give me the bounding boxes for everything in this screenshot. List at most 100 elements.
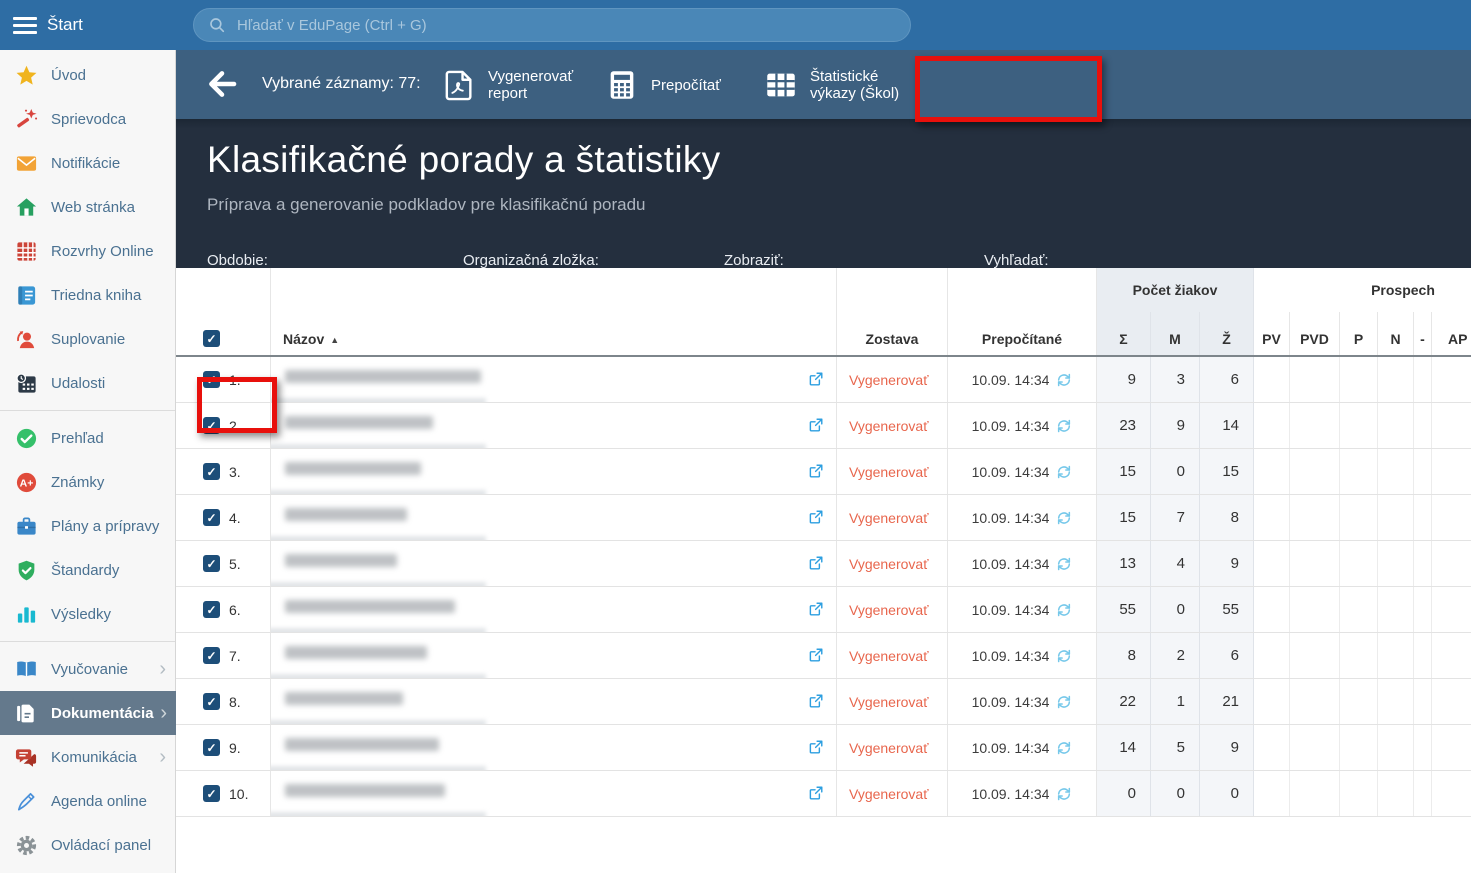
sidebar-item-web-stranka[interactable]: Web stránka ›: [0, 185, 175, 229]
cell-sum: 15: [1097, 495, 1151, 540]
sidebar-item-vyucovanie[interactable]: Vyučovanie ›: [0, 647, 175, 691]
sidebar-item-udalosti[interactable]: Udalosti ›: [0, 361, 175, 405]
generate-link[interactable]: Vygenerovať: [849, 510, 928, 526]
table-row: ✓ 2. Vygenerovať 10.09. 14:34: [176, 403, 1471, 449]
sidebar-item-agenda-online[interactable]: Agenda online ›: [0, 779, 175, 823]
column-header-n[interactable]: N: [1378, 312, 1414, 355]
sidebar-item-dokumentacia[interactable]: Dokumentácia ›: [0, 691, 176, 735]
generate-link[interactable]: Vygenerovať: [849, 740, 928, 756]
column-header-zostava[interactable]: Zostava: [837, 312, 948, 355]
refresh-icon[interactable]: [1056, 556, 1072, 572]
cell-n: [1378, 679, 1414, 724]
generate-link[interactable]: Vygenerovať: [849, 602, 928, 618]
external-link-icon[interactable]: [807, 692, 825, 710]
generate-link[interactable]: Vygenerovať: [849, 418, 928, 434]
search-input[interactable]: [235, 16, 896, 35]
row-checkbox[interactable]: ✓: [203, 371, 220, 388]
cell-n: [1378, 449, 1414, 494]
edupage-window: Štart Úvod › Sprievodca › Notifikácie: [0, 0, 1471, 873]
global-search[interactable]: [193, 8, 911, 42]
cell-z: 21: [1200, 679, 1254, 724]
refresh-icon[interactable]: [1056, 694, 1072, 710]
sidebar-item-ovladaci-panel[interactable]: Ovládací panel ›: [0, 823, 175, 867]
column-header-p[interactable]: P: [1340, 312, 1378, 355]
generate-link[interactable]: Vygenerovať: [849, 648, 928, 664]
recalculated-timestamp: 10.09. 14:34: [972, 786, 1050, 802]
sidebar-item-vysledky[interactable]: Výsledky ›: [0, 592, 175, 636]
table-icon: [764, 68, 798, 102]
cell-p: [1340, 541, 1378, 586]
sidebar-item-znamky[interactable]: Známky ›: [0, 460, 175, 504]
cell-n: [1378, 633, 1414, 678]
cell-p: [1340, 357, 1378, 402]
cell-p: [1340, 403, 1378, 448]
row-checkbox[interactable]: ✓: [203, 463, 220, 480]
statistical-reports-button[interactable]: Štatistické výkazy (Škol): [764, 61, 912, 109]
sidebar-item-standardy[interactable]: Štandardy ›: [0, 548, 175, 592]
cell-p: [1340, 771, 1378, 816]
generate-link[interactable]: Vygenerovať: [849, 464, 928, 480]
refresh-icon[interactable]: [1056, 418, 1072, 434]
recalculate-button[interactable]: Prepočítať: [605, 61, 721, 109]
sidebar-item-komunikacia[interactable]: Komunikácia ›: [0, 735, 175, 779]
refresh-icon[interactable]: [1056, 372, 1072, 388]
row-checkbox[interactable]: ✓: [203, 785, 220, 802]
column-header-ap[interactable]: AP: [1432, 312, 1471, 355]
row-checkbox[interactable]: ✓: [203, 555, 220, 572]
hamburger-menu-icon[interactable]: [13, 17, 37, 34]
refresh-icon[interactable]: [1056, 602, 1072, 618]
column-header-m[interactable]: M: [1151, 312, 1200, 355]
refresh-icon[interactable]: [1056, 464, 1072, 480]
row-checkbox[interactable]: ✓: [203, 647, 220, 664]
sidebar-item-plany-a-pripravy[interactable]: Plány a prípravy ›: [0, 504, 175, 548]
external-link-icon[interactable]: [807, 554, 825, 572]
refresh-icon[interactable]: [1056, 648, 1072, 664]
cell-sum: 22: [1097, 679, 1151, 724]
column-header-z[interactable]: Ž: [1200, 312, 1254, 355]
external-link-icon[interactable]: [807, 646, 825, 664]
row-checkbox[interactable]: ✓: [203, 417, 220, 434]
refresh-icon[interactable]: [1056, 510, 1072, 526]
row-checkbox[interactable]: ✓: [203, 693, 220, 710]
sidebar-item-uvod[interactable]: Úvod ›: [0, 53, 175, 97]
column-header-pv[interactable]: PV: [1254, 312, 1290, 355]
sidebar-item-rozvrhy-online[interactable]: Rozvrhy Online ›: [0, 229, 175, 273]
column-header-sum[interactable]: Σ: [1097, 312, 1151, 355]
external-link-icon[interactable]: [807, 370, 825, 388]
column-header-nazov[interactable]: Názov ▲: [271, 312, 837, 355]
column-header-dash[interactable]: -: [1414, 312, 1432, 355]
back-arrow-button[interactable]: [205, 67, 239, 101]
generate-link[interactable]: Vygenerovať: [849, 556, 928, 572]
cell-z: 6: [1200, 633, 1254, 678]
generate-link[interactable]: Vygenerovať: [849, 786, 928, 802]
external-link-icon[interactable]: [807, 784, 825, 802]
check-icon: [15, 427, 38, 450]
cell-m: 0: [1151, 449, 1200, 494]
external-link-icon[interactable]: [807, 462, 825, 480]
column-header-prepocitane[interactable]: Prepočítané: [948, 312, 1097, 355]
external-link-icon[interactable]: [807, 600, 825, 618]
sidebar-item-notifikacie[interactable]: Notifikácie ›: [0, 141, 175, 185]
refresh-icon[interactable]: [1056, 740, 1072, 756]
generate-link[interactable]: Vygenerovať: [849, 372, 928, 388]
select-all-checkbox[interactable]: ✓: [203, 330, 220, 347]
row-checkbox[interactable]: ✓: [203, 739, 220, 756]
sidebar-item-sprievodca[interactable]: Sprievodca ›: [0, 97, 175, 141]
sidebar-item-prehlad[interactable]: Prehľad ›: [0, 416, 175, 460]
row-checkbox[interactable]: ✓: [203, 509, 220, 526]
start-menu-button[interactable]: Štart: [0, 0, 176, 50]
cell-m: 0: [1151, 587, 1200, 632]
generate-report-button[interactable]: Vygenerovať report: [442, 61, 590, 109]
external-link-icon[interactable]: [807, 738, 825, 756]
external-link-icon[interactable]: [807, 416, 825, 434]
row-checkbox[interactable]: ✓: [203, 601, 220, 618]
refresh-icon[interactable]: [1056, 786, 1072, 802]
generate-link[interactable]: Vygenerovať: [849, 694, 928, 710]
sidebar-item-triedna-kniha[interactable]: Triedna kniha ›: [0, 273, 175, 317]
cell-pvd: [1290, 633, 1340, 678]
sidebar-item-suplovanie[interactable]: Suplovanie ›: [0, 317, 175, 361]
external-link-icon[interactable]: [807, 508, 825, 526]
column-header-pvd[interactable]: PVD: [1290, 312, 1340, 355]
row-number: 7.: [229, 648, 241, 664]
cell-ap: [1432, 357, 1471, 402]
